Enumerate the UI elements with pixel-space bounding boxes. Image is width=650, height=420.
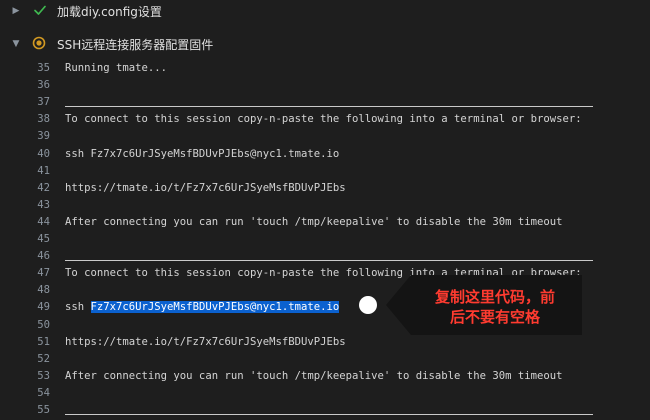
divider [65,414,593,415]
log-line: 55 [0,401,650,420]
chevron-down-icon[interactable]: ▼ [12,40,20,49]
step-title: 加载diy.config设置 [57,4,162,19]
check-icon [34,5,46,15]
divider [65,260,593,262]
callout-text: 复制这里代码，前 后不要有空格 [411,287,579,327]
callout-line-1: 复制这里代码，前 [434,288,555,306]
running-icon [32,36,46,50]
selected-ssh-command[interactable]: Fz7x7c6UrJSyeMsfBDUvPJEbs@nyc1.tmate.io [90,301,340,314]
pointer-dot [359,296,377,314]
callout-note: 复制这里代码，前 后不要有空格 [386,275,582,335]
step-title: SSH远程连接服务器配置固件 [57,37,214,52]
divider [65,106,593,108]
callout-line-2: 后不要有空格 [449,308,540,326]
chevron-right-icon[interactable]: ▶ [12,7,20,16]
ssh-prefix: ssh [65,301,91,314]
line-number: 55 [37,404,50,416]
